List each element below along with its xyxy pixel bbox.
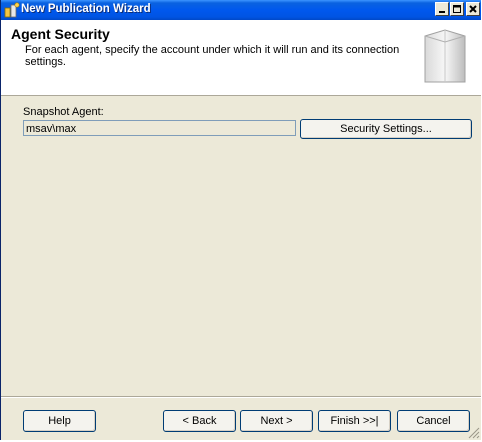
close-icon (469, 5, 477, 13)
window-title: New Publication Wizard (21, 3, 151, 15)
server-graphic (421, 26, 469, 87)
wizard-window: New Publication Wizard Agent Security Fo… (0, 0, 481, 440)
maximize-button[interactable] (450, 2, 464, 16)
minimize-button[interactable] (435, 2, 449, 16)
back-button[interactable]: < Back (163, 410, 236, 432)
maximize-icon (453, 5, 461, 13)
cancel-button[interactable]: Cancel (397, 410, 470, 432)
page-title: Agent Security (11, 26, 110, 42)
finish-button[interactable]: Finish >>| (318, 410, 391, 432)
wizard-body: Snapshot Agent: msav\max (1, 96, 481, 396)
wizard-app-icon (4, 2, 20, 18)
next-button[interactable]: Next > (240, 410, 313, 432)
wizard-header: Agent Security For each agent, specify t… (1, 20, 481, 96)
page-description: For each agent, specify the account unde… (25, 44, 400, 68)
snapshot-agent-account-field: msav\max (23, 120, 296, 136)
close-button[interactable] (466, 2, 480, 16)
footer-divider (1, 396, 481, 398)
minimize-icon (439, 11, 445, 13)
title-bar[interactable]: New Publication Wizard (1, 0, 481, 20)
snapshot-agent-label: Snapshot Agent: (23, 106, 104, 118)
help-button[interactable]: Help (23, 410, 96, 432)
security-settings-button[interactable]: Security Settings... (300, 119, 472, 139)
